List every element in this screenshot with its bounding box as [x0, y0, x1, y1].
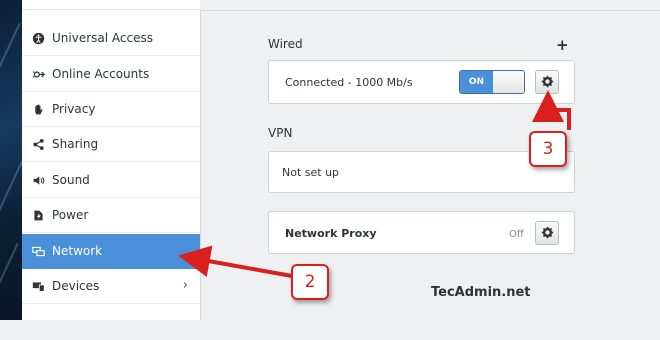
wired-toggle-switch[interactable]: ON	[459, 70, 525, 94]
wired-status-text: Connected - 1000 Mb/s	[285, 76, 413, 89]
sidebar-item-sharing[interactable]: Sharing	[22, 127, 200, 162]
proxy-settings-button[interactable]	[535, 221, 559, 245]
sidebar-item-label: Sound	[52, 173, 90, 187]
sidebar-item-label: Online Accounts	[52, 67, 150, 81]
chevron-right-icon: ›	[182, 278, 188, 293]
network-proxy-status: Off	[509, 229, 524, 240]
power-icon	[30, 207, 46, 223]
sidebar-item-label: Devices	[52, 279, 100, 293]
annotation-badge-3: 3	[529, 131, 567, 167]
desktop-background	[0, 0, 22, 320]
arrow-to-network	[178, 245, 293, 278]
watermark-text: TecAdmin.net	[431, 285, 531, 300]
header-strip	[200, 0, 660, 11]
sidebar-item-power[interactable]: Power	[22, 198, 200, 233]
sidebar-item-privacy[interactable]: Privacy	[22, 92, 200, 127]
add-connection-button[interactable]: +	[556, 36, 569, 54]
sidebar-item-universal-access[interactable]: Universal Access	[22, 21, 200, 56]
wired-connection-panel: Connected - 1000 Mb/s ON	[268, 60, 575, 104]
network-proxy-row[interactable]: Network Proxy Off	[268, 211, 575, 254]
toggle-on-label: ON	[460, 71, 493, 93]
network-proxy-label: Network Proxy	[285, 227, 377, 240]
sidebar-item-label: Network	[52, 244, 103, 258]
sidebar-item-label: Sharing	[52, 137, 99, 151]
sidebar-item-sound[interactable]: Sound	[22, 163, 200, 198]
gear-icon	[541, 73, 554, 92]
sidebar-item-label: Power	[52, 208, 89, 222]
toggle-knob	[493, 71, 524, 93]
network-icon	[30, 243, 46, 259]
sidebar-item-partial-top[interactable]	[22, 0, 200, 10]
settings-sidebar: Universal Access Online Accounts Privacy…	[22, 0, 201, 320]
online-accounts-icon	[30, 66, 46, 82]
universal-access-icon	[30, 30, 46, 46]
sidebar-item-network[interactable]: Network	[22, 234, 200, 269]
sidebar-item-devices[interactable]: Devices ›	[22, 269, 200, 304]
annotation-badge-2: 2	[291, 264, 329, 300]
wired-settings-button[interactable]	[535, 70, 559, 94]
share-icon	[30, 136, 46, 152]
vpn-section-title: VPN	[268, 126, 293, 140]
sidebar-item-online-accounts[interactable]: Online Accounts	[22, 57, 200, 92]
speaker-icon	[30, 172, 46, 188]
sidebar-item-label: Privacy	[52, 102, 96, 116]
sidebar-item-label: Universal Access	[52, 31, 153, 45]
vpn-status-text: Not set up	[282, 166, 340, 179]
devices-icon	[30, 278, 46, 294]
wired-section-title: Wired	[268, 37, 303, 51]
hand-icon	[30, 101, 46, 117]
sidebar-item-partial-bottom[interactable]	[22, 305, 200, 340]
gear-icon	[541, 224, 554, 243]
